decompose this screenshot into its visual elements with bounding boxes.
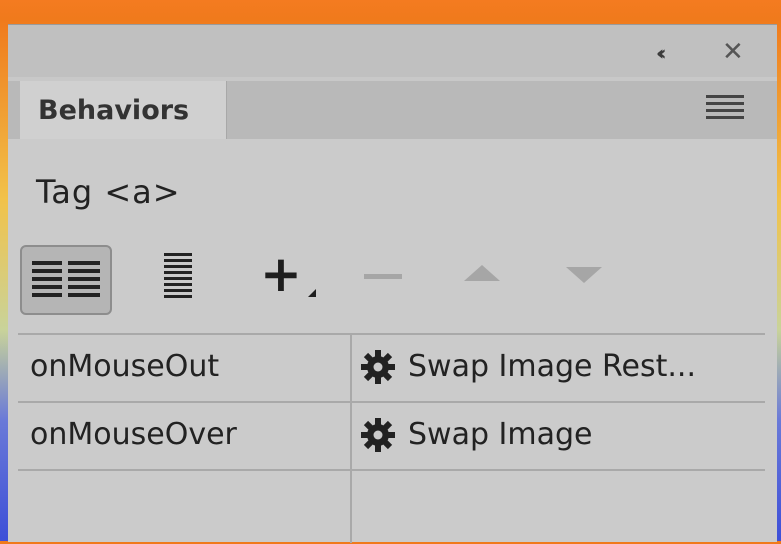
panel-menu-icon[interactable] xyxy=(706,95,744,121)
panel-body: Tag <a> + onMouseOut Swap Image Rest... … xyxy=(8,139,777,544)
move-up-button[interactable] xyxy=(464,265,500,281)
tag-label: Tag <a> xyxy=(36,173,181,211)
show-all-events-icon xyxy=(164,253,192,298)
tab-label: Behaviors xyxy=(38,95,190,126)
show-set-events-icon xyxy=(32,261,100,297)
remove-behavior-button[interactable] xyxy=(364,274,402,279)
action-cell[interactable]: Swap Image Rest... xyxy=(352,335,765,401)
tab-behaviors[interactable]: Behaviors xyxy=(20,81,227,139)
action-name: Swap Image xyxy=(408,417,593,452)
event-name: onMouseOver xyxy=(30,417,237,452)
double-chevron-left-icon[interactable]: ‹‹ xyxy=(656,43,686,63)
action-cell[interactable]: Swap Image xyxy=(352,403,765,469)
action-name: Swap Image Rest... xyxy=(408,349,696,384)
dropdown-corner-icon xyxy=(308,289,316,297)
window-frame: ‹‹ ✕ Behaviors Tag <a> + onMouseOut Swap… xyxy=(0,0,781,544)
event-cell[interactable]: onMouseOver xyxy=(18,403,352,469)
move-down-button[interactable] xyxy=(566,267,602,283)
panel-titlebar: ‹‹ ✕ xyxy=(8,25,777,77)
tab-row: Behaviors xyxy=(8,81,777,139)
behaviors-panel: ‹‹ ✕ Behaviors Tag <a> + onMouseOut Swap… xyxy=(8,24,777,544)
add-behavior-button[interactable]: + xyxy=(260,249,320,307)
table-row-empty[interactable] xyxy=(18,471,765,543)
event-cell[interactable]: onMouseOut xyxy=(18,335,352,401)
gear-icon xyxy=(361,418,395,452)
event-cell-empty[interactable] xyxy=(18,471,352,543)
event-name: onMouseOut xyxy=(30,349,220,384)
behaviors-toolbar: + xyxy=(8,235,777,315)
close-icon[interactable]: ✕ xyxy=(722,39,748,65)
add-behavior-icon: + xyxy=(260,245,302,303)
show-all-events-button[interactable] xyxy=(158,249,198,305)
table-row[interactable]: onMouseOver Swap Image xyxy=(18,403,765,471)
behaviors-table: onMouseOut Swap Image Rest... onMouseOve… xyxy=(18,333,765,544)
gear-icon xyxy=(361,350,395,384)
table-row[interactable]: onMouseOut Swap Image Rest... xyxy=(18,335,765,403)
show-set-events-button[interactable] xyxy=(20,245,112,315)
